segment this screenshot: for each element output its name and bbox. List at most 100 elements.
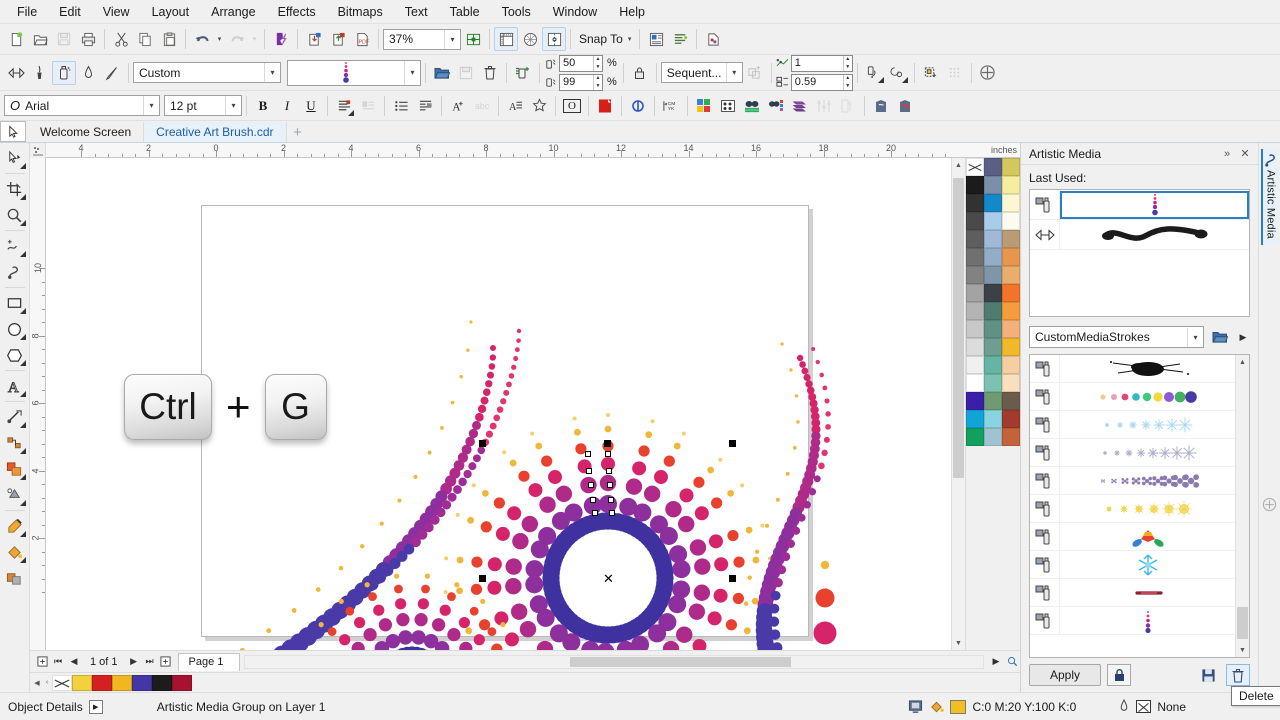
show-rulers-icon[interactable]	[494, 27, 518, 51]
zoom-level-combo[interactable]: 37% ▾	[383, 28, 461, 50]
save-icon[interactable]	[52, 27, 76, 51]
paragraph-formatting-icon[interactable]: A	[503, 94, 527, 118]
palette-swatch[interactable]	[984, 194, 1002, 212]
palette-swatch[interactable]	[966, 356, 984, 374]
chevron-down-icon[interactable]: ▾	[1187, 327, 1203, 347]
palette-swatch[interactable]	[966, 230, 984, 248]
palette-swatch[interactable]	[966, 212, 984, 230]
cmyk-icon[interactable]: CM YK	[659, 94, 683, 118]
next-page-icon[interactable]: ▶	[126, 653, 142, 671]
menu-tools[interactable]: Tools	[491, 2, 542, 22]
stroke-width-spin[interactable]: 99 ▲ ▼	[559, 73, 603, 91]
menu-bitmaps[interactable]: Bitmaps	[327, 2, 394, 22]
offset-spin[interactable]: 0.59 ▲ ▼	[790, 73, 853, 91]
category-combo[interactable]: CustomMediaStrokes ▾	[1029, 326, 1204, 348]
special-character-icon[interactable]	[527, 94, 551, 118]
selection-handle[interactable]	[479, 575, 486, 582]
duplicate-icon[interactable]	[626, 94, 650, 118]
vertical-scroll-track[interactable]	[952, 172, 965, 636]
chevron-down-icon[interactable]: ▾	[725, 63, 742, 82]
undo-dropdown-icon[interactable]: ▾	[214, 27, 225, 51]
new-spraylist-icon[interactable]	[511, 61, 535, 85]
outline-pen-icon[interactable]	[1118, 699, 1130, 714]
drop-cap-icon[interactable]	[356, 94, 380, 118]
vertical-scrollbar[interactable]: ▲ ▼	[951, 158, 965, 650]
palette-swatch[interactable]	[1002, 356, 1020, 374]
previous-page-icon[interactable]: ◀	[66, 653, 82, 671]
menu-file[interactable]: File	[6, 2, 48, 22]
selection-handle[interactable]	[604, 440, 611, 447]
tool-fill[interactable]	[2, 539, 28, 565]
path-node[interactable]	[585, 451, 591, 457]
stroke-item-8[interactable]	[1030, 551, 1235, 579]
drawing-canvas[interactable]: Ctrl + G ✕	[46, 158, 951, 650]
palette-swatch[interactable]	[966, 248, 984, 266]
color-styles-launch-icon[interactable]	[701, 27, 725, 51]
tool-connector[interactable]	[2, 430, 28, 456]
folder-icon[interactable]	[1208, 326, 1232, 348]
path-node[interactable]	[607, 482, 613, 488]
menu-view[interactable]: View	[92, 2, 141, 22]
selection-handle[interactable]	[479, 440, 486, 447]
copy-icon[interactable]	[133, 27, 157, 51]
tool-interactive-fill[interactable]	[2, 565, 28, 591]
redo-dropdown-icon[interactable]: ▾	[249, 27, 260, 51]
palette-swatch[interactable]	[966, 392, 984, 410]
tool-eyedropper[interactable]	[2, 513, 28, 539]
spin-buttons[interactable]: ▲ ▼	[593, 55, 602, 71]
palette-prev-icon[interactable]: ◀	[32, 674, 42, 692]
last-used-stroke-2[interactable]	[1030, 220, 1249, 250]
stroke-list-scrollbar[interactable]: ▲ ▼	[1235, 355, 1249, 657]
font-size-combo[interactable]: 12 pt ▾	[164, 95, 242, 116]
export-file-icon[interactable]	[326, 27, 350, 51]
collapse-icon[interactable]: »	[1218, 145, 1236, 163]
stroke-item-2[interactable]	[1030, 383, 1235, 411]
first-page-icon[interactable]: ⏮	[50, 653, 66, 671]
last-used-list[interactable]	[1029, 189, 1250, 317]
pressure-mode-icon[interactable]	[100, 61, 124, 85]
tool-dimension[interactable]	[2, 404, 28, 430]
add-page-icon[interactable]	[34, 653, 50, 671]
tool-blend[interactable]	[2, 456, 28, 482]
last-used-stroke-1[interactable]	[1030, 190, 1249, 220]
text-alignment-icon[interactable]	[332, 94, 356, 118]
color-palette[interactable]	[965, 158, 1020, 650]
close-icon[interactable]: ✕	[1236, 145, 1254, 163]
sprayer-mode-icon[interactable]	[52, 60, 76, 85]
document-palette-swatch[interactable]	[92, 674, 112, 691]
chevron-down-icon[interactable]: ▾	[404, 60, 420, 85]
abc-icon[interactable]: abc	[470, 94, 494, 118]
tool-artistic-media[interactable]	[2, 259, 28, 285]
publish-pdf-icon[interactable]: PDF	[350, 27, 374, 51]
fill-bucket-icon[interactable]	[929, 699, 945, 714]
show-grid-icon[interactable]	[518, 27, 542, 51]
menu-window[interactable]: Window	[542, 2, 608, 22]
palette-swatch[interactable]	[984, 176, 1002, 194]
flyout-arrow-icon[interactable]: ▶	[1236, 326, 1250, 348]
stroke-list[interactable]	[1030, 355, 1235, 657]
palette-swatch[interactable]	[984, 428, 1002, 446]
palette-swatch[interactable]	[966, 284, 984, 302]
path-node[interactable]	[608, 497, 614, 503]
document-palette-icon[interactable]	[908, 699, 923, 714]
apply-button[interactable]: Apply	[1029, 664, 1101, 686]
tab-creative-art-brush[interactable]: Creative Art Brush.cdr	[144, 122, 287, 142]
palette-swatch[interactable]	[966, 410, 984, 428]
reset-values-icon[interactable]	[943, 61, 967, 85]
palette-swatch[interactable]	[1002, 266, 1020, 284]
print-icon[interactable]	[76, 27, 100, 51]
underline-icon[interactable]: U	[299, 94, 323, 118]
calligraphic-mode-icon[interactable]	[76, 61, 100, 85]
zoom-fit-icon[interactable]	[1004, 653, 1020, 671]
document-palette-swatches[interactable]	[72, 674, 192, 691]
chevron-down-icon[interactable]: ▾	[225, 96, 241, 115]
palette-swatch[interactable]	[966, 176, 984, 194]
stroke-item-10[interactable]	[1030, 607, 1235, 635]
palette-swatch[interactable]	[966, 302, 984, 320]
palette-swatch[interactable]	[984, 392, 1002, 410]
add-page-end-icon[interactable]	[158, 653, 174, 671]
spin-buttons[interactable]: ▲ ▼	[593, 74, 602, 90]
vertical-ruler[interactable]: inches 10 8 6 4 2	[30, 158, 46, 650]
tool-text[interactable]: A	[2, 373, 28, 399]
palette-swatch[interactable]	[984, 284, 1002, 302]
